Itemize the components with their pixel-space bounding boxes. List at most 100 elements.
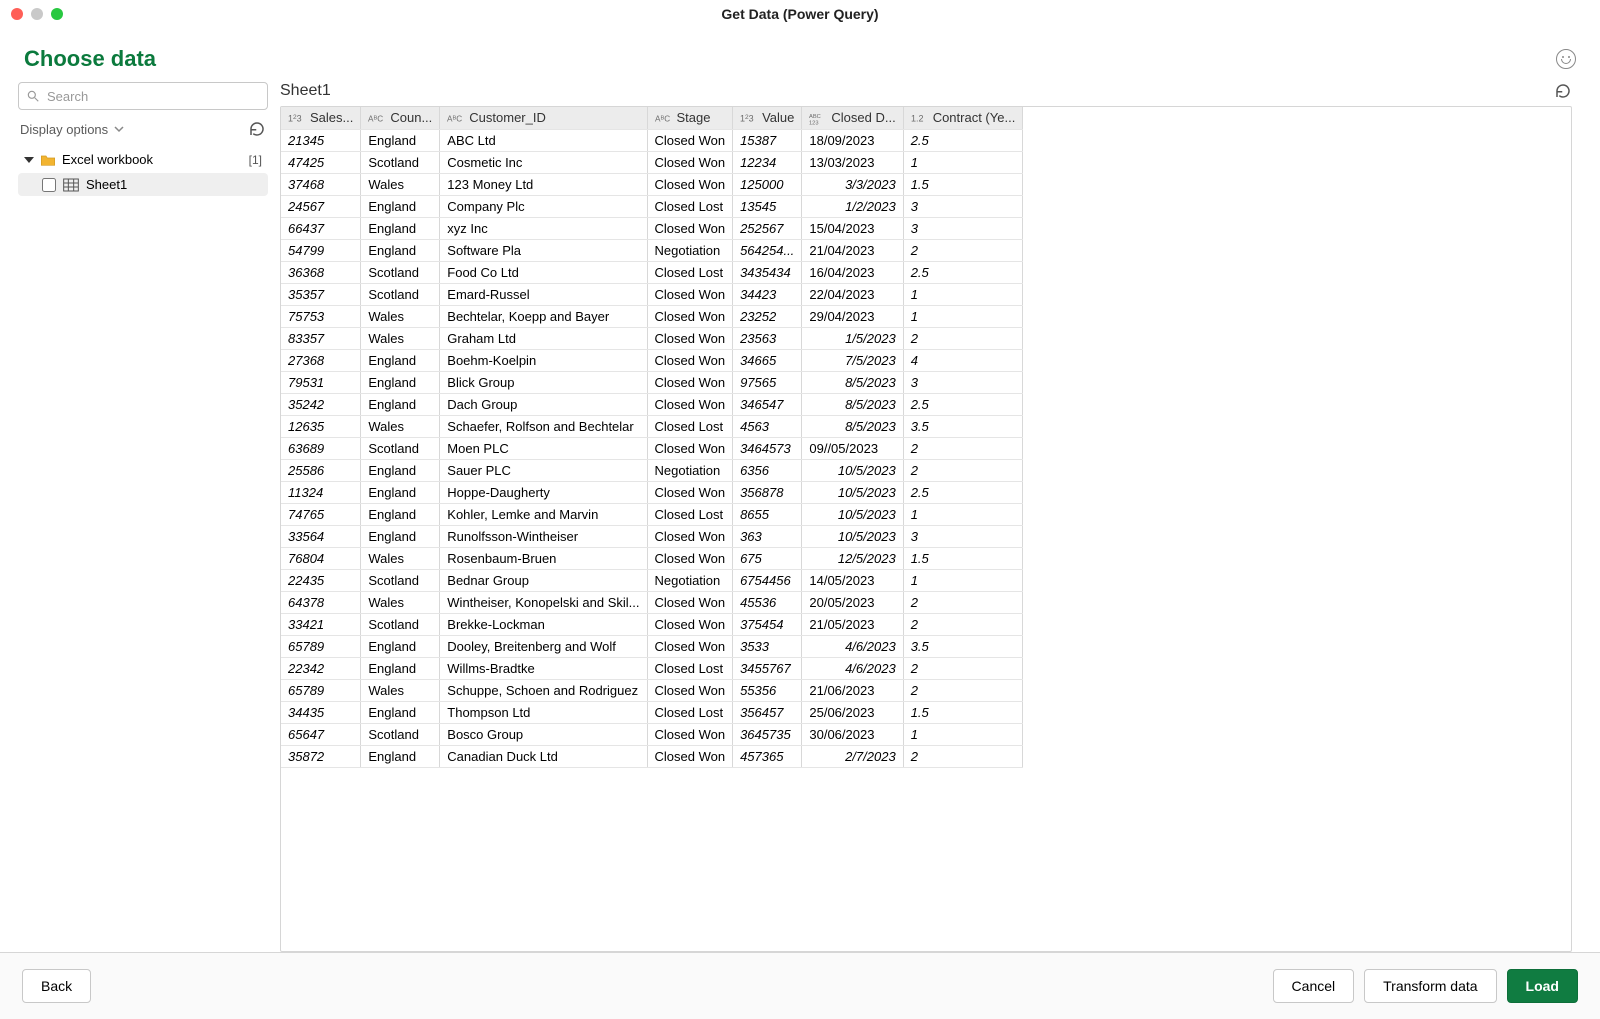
table-cell: 3464573 xyxy=(733,437,802,459)
table-cell: England xyxy=(361,525,440,547)
table-row[interactable]: 11324EnglandHoppe-DaughertyClosed Won356… xyxy=(281,481,1023,503)
sheet-checkbox[interactable] xyxy=(42,178,56,192)
display-options-dropdown[interactable]: Display options xyxy=(20,122,124,137)
table-cell: 125000 xyxy=(733,173,802,195)
table-cell: 675 xyxy=(733,547,802,569)
column-header[interactable]: 123 Sales... xyxy=(281,107,361,129)
table-cell: Closed Won xyxy=(647,635,733,657)
svg-text:123: 123 xyxy=(288,113,302,123)
table-cell: 3435434 xyxy=(733,261,802,283)
table-row[interactable]: 24567EnglandCompany PlcClosed Lost135451… xyxy=(281,195,1023,217)
table-cell: 6754456 xyxy=(733,569,802,591)
table-row[interactable]: 33564EnglandRunolfsson-WintheiserClosed … xyxy=(281,525,1023,547)
table-cell: 1 xyxy=(903,305,1023,327)
svg-text:123: 123 xyxy=(809,120,819,124)
column-header-label: Customer_ID xyxy=(469,110,546,125)
table-cell: 13/03/2023 xyxy=(802,151,903,173)
tree-node-sheet1[interactable]: Sheet1 xyxy=(18,173,268,196)
tree-node-workbook[interactable]: Excel workbook [1] xyxy=(18,148,268,171)
svg-text:123: 123 xyxy=(740,113,754,123)
table-cell: Closed Won xyxy=(647,349,733,371)
column-header-label: Closed D... xyxy=(831,110,895,125)
data-grid-scroll[interactable]: 123Sales...ABCCoun...ABCCustomer_IDABCSt… xyxy=(281,107,1571,951)
table-cell: 66437 xyxy=(281,217,361,239)
table-row[interactable]: 22342EnglandWillms-BradtkeClosed Lost345… xyxy=(281,657,1023,679)
table-cell: Closed Lost xyxy=(647,657,733,679)
table-row[interactable]: 54799EnglandSoftware PlaNegotiation56425… xyxy=(281,239,1023,261)
table-row[interactable]: 75753WalesBechtelar, Koepp and BayerClos… xyxy=(281,305,1023,327)
table-cell: 22/04/2023 xyxy=(802,283,903,305)
table-row[interactable]: 34435EnglandThompson LtdClosed Lost35645… xyxy=(281,701,1023,723)
svg-text:ABC: ABC xyxy=(368,114,383,123)
table-cell: 3 xyxy=(903,525,1023,547)
table-cell: England xyxy=(361,459,440,481)
table-cell: 09//05/2023 xyxy=(802,437,903,459)
back-button[interactable]: Back xyxy=(22,969,91,1003)
table-cell: 8/5/2023 xyxy=(802,415,903,437)
transform-data-button[interactable]: Transform data xyxy=(1364,969,1496,1003)
feedback-icon[interactable] xyxy=(1556,49,1576,69)
table-row[interactable]: 76804WalesRosenbaum-BruenClosed Won67512… xyxy=(281,547,1023,569)
table-row[interactable]: 35357ScotlandEmard-RusselClosed Won34423… xyxy=(281,283,1023,305)
table-cell: 76804 xyxy=(281,547,361,569)
column-header[interactable]: ABC Customer_ID xyxy=(440,107,647,129)
column-header[interactable]: 123Value xyxy=(733,107,802,129)
table-row[interactable]: 74765EnglandKohler, Lemke and MarvinClos… xyxy=(281,503,1023,525)
table-row[interactable]: 79531EnglandBlick GroupClosed Won975658/… xyxy=(281,371,1023,393)
cancel-button[interactable]: Cancel xyxy=(1273,969,1355,1003)
datatype-icon: ABC xyxy=(447,111,465,125)
column-header[interactable]: ABC123 Closed D... xyxy=(802,107,903,129)
table-row[interactable]: 47425ScotlandCosmetic IncClosed Won12234… xyxy=(281,151,1023,173)
table-row[interactable]: 12635WalesSchaefer, Rolfson and Bechtela… xyxy=(281,415,1023,437)
table-row[interactable]: 33421ScotlandBrekke-LockmanClosed Won375… xyxy=(281,613,1023,635)
table-row[interactable]: 65789EnglandDooley, Breitenberg and Wolf… xyxy=(281,635,1023,657)
table-cell: 25586 xyxy=(281,459,361,481)
table-cell: 65789 xyxy=(281,635,361,657)
table-row[interactable]: 64378WalesWintheiser, Konopelski and Ski… xyxy=(281,591,1023,613)
preview-refresh-icon[interactable] xyxy=(1554,82,1572,100)
table-cell: 54799 xyxy=(281,239,361,261)
table-row[interactable]: 36368ScotlandFood Co LtdClosed Lost34354… xyxy=(281,261,1023,283)
table-cell: 2 xyxy=(903,437,1023,459)
search-input[interactable] xyxy=(18,82,268,110)
table-cell: 23252 xyxy=(733,305,802,327)
table-cell: 79531 xyxy=(281,371,361,393)
table-row[interactable]: 37468Wales123 Money LtdClosed Won1250003… xyxy=(281,173,1023,195)
table-cell: 564254... xyxy=(733,239,802,261)
column-header[interactable]: ABCStage xyxy=(647,107,733,129)
table-cell: Closed Lost xyxy=(647,195,733,217)
table-row[interactable]: 65789WalesSchuppe, Schoen and RodriguezC… xyxy=(281,679,1023,701)
table-row[interactable]: 25586EnglandSauer PLCNegotiation635610/5… xyxy=(281,459,1023,481)
load-button[interactable]: Load xyxy=(1507,969,1578,1003)
table-row[interactable]: 35872EnglandCanadian Duck LtdClosed Won4… xyxy=(281,745,1023,767)
table-cell: 375454 xyxy=(733,613,802,635)
table-cell: Wales xyxy=(361,679,440,701)
table-row[interactable]: 66437Englandxyz IncClosed Won25256715/04… xyxy=(281,217,1023,239)
window-close-icon[interactable] xyxy=(11,8,23,20)
table-cell: Schuppe, Schoen and Rodriguez xyxy=(440,679,647,701)
table-cell: 12/5/2023 xyxy=(802,547,903,569)
table-row[interactable]: 63689ScotlandMoen PLCClosed Won346457309… xyxy=(281,437,1023,459)
tree-expand-icon[interactable] xyxy=(24,157,34,163)
table-cell: 37468 xyxy=(281,173,361,195)
table-cell: 11324 xyxy=(281,481,361,503)
column-header[interactable]: 1.2Contract (Ye... xyxy=(903,107,1023,129)
svg-text:ABC: ABC xyxy=(809,114,821,120)
table-row[interactable]: 27368EnglandBoehm-KoelpinClosed Won34665… xyxy=(281,349,1023,371)
table-cell: 15/04/2023 xyxy=(802,217,903,239)
refresh-icon[interactable] xyxy=(248,120,266,138)
table-row[interactable]: 83357WalesGraham LtdClosed Won235631/5/2… xyxy=(281,327,1023,349)
table-cell: Closed Won xyxy=(647,305,733,327)
column-header-label: Stage xyxy=(677,110,711,125)
table-cell: Closed Won xyxy=(647,371,733,393)
column-header-label: Sales... xyxy=(310,110,353,125)
table-cell: 12635 xyxy=(281,415,361,437)
table-cell: England xyxy=(361,195,440,217)
table-row[interactable]: 35242EnglandDach GroupClosed Won3465478/… xyxy=(281,393,1023,415)
window-maximize-icon[interactable] xyxy=(51,8,63,20)
table-row[interactable]: 22435ScotlandBednar GroupNegotiation6754… xyxy=(281,569,1023,591)
table-row[interactable]: 21345EnglandABC LtdClosed Won1538718/09/… xyxy=(281,129,1023,151)
table-row[interactable]: 65647ScotlandBosco GroupClosed Won364573… xyxy=(281,723,1023,745)
column-header[interactable]: ABCCoun... xyxy=(361,107,440,129)
table-cell: 1 xyxy=(903,723,1023,745)
